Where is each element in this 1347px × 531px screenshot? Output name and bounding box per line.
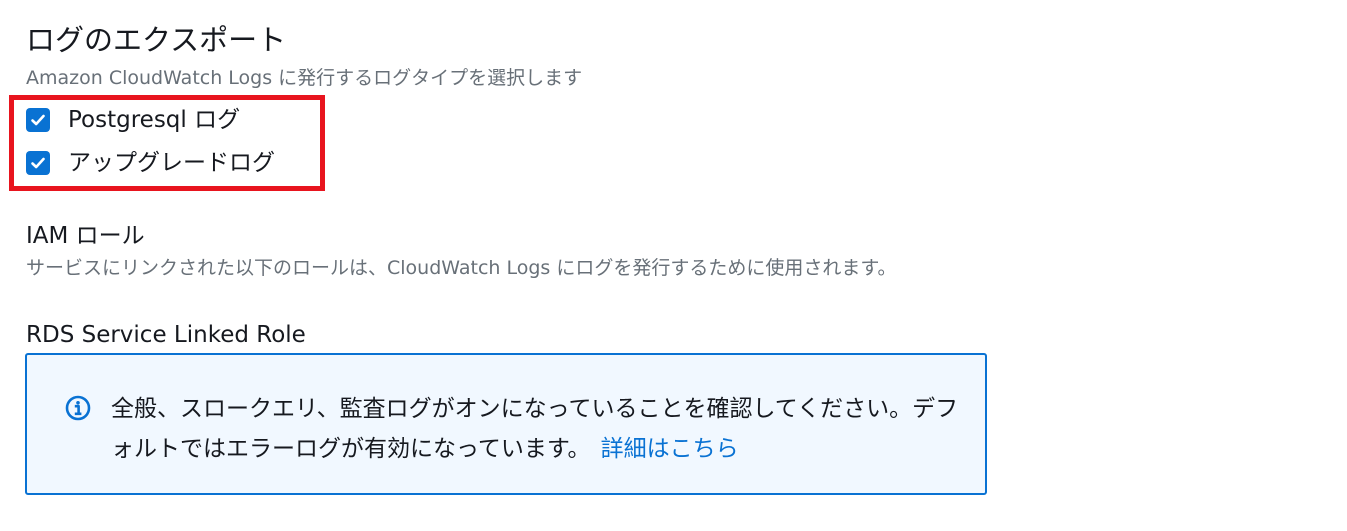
postgresql-log-checkbox[interactable] <box>26 108 50 132</box>
info-alert: 全般、スロークエリ、監査ログがオンになっていることを確認してください。デフォルト… <box>25 353 987 495</box>
iam-role-label: IAM ロール <box>26 223 145 249</box>
upgrade-log-checkbox[interactable] <box>26 151 50 175</box>
iam-role-description: サービスにリンクされた以下のロールは、CloudWatch Logs にログを発… <box>26 257 897 279</box>
checkmark-icon <box>31 157 45 169</box>
upgrade-log-label: アップグレードログ <box>68 150 275 176</box>
info-alert-text: 全般、スロークエリ、監査ログがオンになっていることを確認してください。デフォルト… <box>111 396 959 462</box>
iam-role-value: RDS Service Linked Role <box>26 322 306 348</box>
info-icon <box>65 395 91 421</box>
postgresql-log-option[interactable]: Postgresql ログ <box>26 103 240 137</box>
upgrade-log-option[interactable]: アップグレードログ <box>26 146 275 180</box>
log-export-title: ログのエクスポート <box>26 23 287 57</box>
learn-more-link[interactable]: 詳細はこちら <box>601 436 739 462</box>
checkmark-icon <box>31 114 45 126</box>
postgresql-log-label: Postgresql ログ <box>68 107 241 133</box>
log-export-description: Amazon CloudWatch Logs に発行するログタイプを選択します <box>26 67 583 89</box>
info-alert-message: 全般、スロークエリ、監査ログがオンになっていることを確認してください。デフォルト… <box>111 389 971 469</box>
